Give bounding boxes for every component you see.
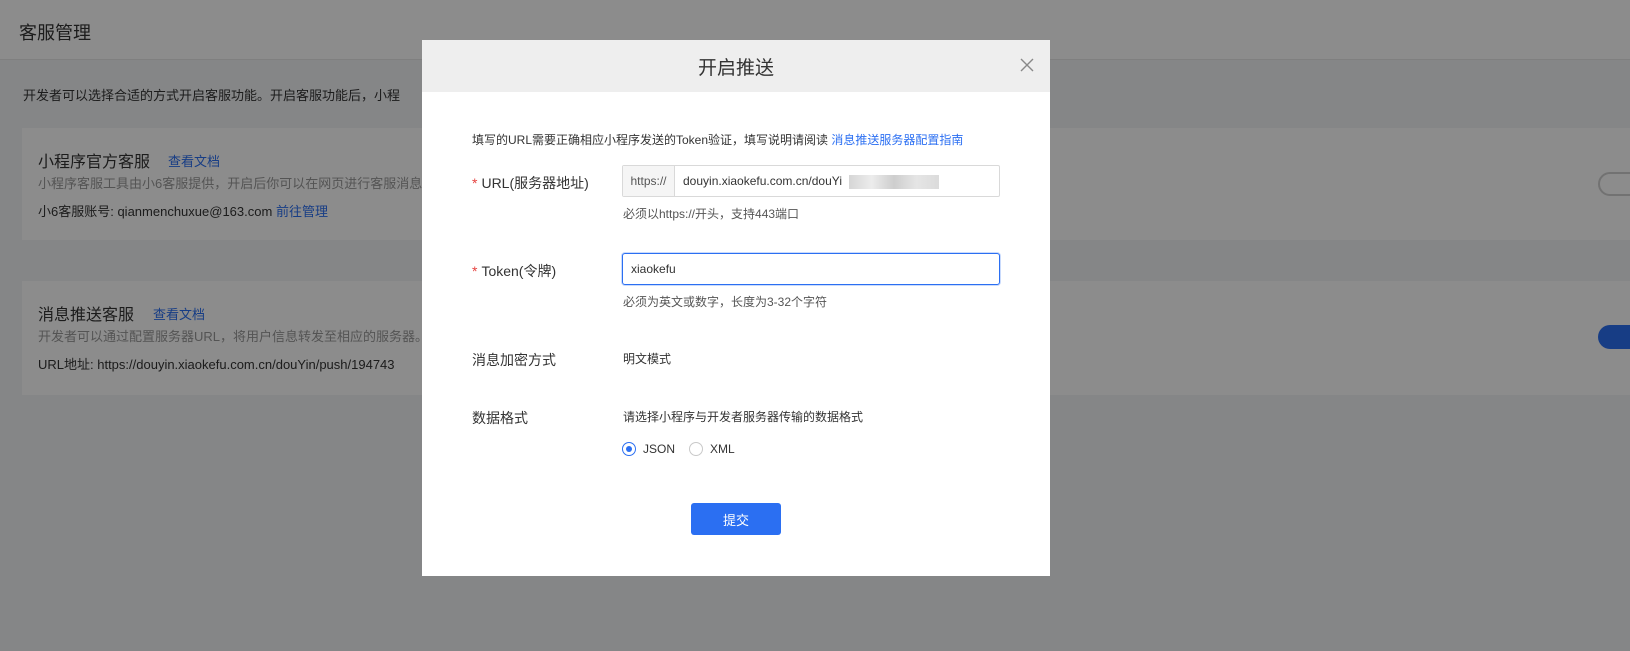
url-hint: 必须以https://开头，支持443端口: [623, 207, 800, 221]
radio-xml-label: XML: [710, 442, 735, 456]
radio-json-label: JSON: [643, 442, 676, 456]
url-label: * URL(服务器地址): [472, 173, 589, 193]
url-field: https://: [622, 165, 1000, 197]
required-mark: *: [472, 263, 478, 279]
format-label: 数据格式: [472, 410, 528, 426]
modal-title: 开启推送: [697, 58, 774, 79]
submit-button[interactable]: 提交: [691, 503, 781, 535]
notice-text: 填写的URL需要正确相应小程序发送的Token验证，填写说明请阅读: [472, 133, 829, 147]
push-config-modal: 开启推送 填写的URL需要正确相应小程序发送的Token验证，填写说明请阅读 消…: [422, 40, 1050, 576]
token-label: * Token(令牌): [472, 261, 556, 281]
close-icon[interactable]: [1016, 54, 1038, 76]
config-guide-link[interactable]: 消息推送服务器配置指南: [831, 133, 963, 147]
required-mark: *: [472, 175, 478, 191]
redacted-blur: [849, 175, 939, 189]
radio-json[interactable]: JSON: [622, 442, 675, 456]
token-hint: 必须为英文或数字，长度为3-32个字符: [623, 295, 828, 309]
radio-checked-icon: [622, 442, 636, 456]
token-input[interactable]: [622, 253, 1000, 285]
url-label-text: URL(服务器地址): [481, 175, 589, 191]
format-desc: 请选择小程序与开发者服务器传输的数据格式: [623, 410, 864, 424]
radio-unchecked-icon: [689, 442, 704, 456]
token-label-text: Token(令牌): [481, 263, 557, 279]
encryption-value: 明文模式: [623, 352, 672, 366]
modal-notice: 填写的URL需要正确相应小程序发送的Token验证，填写说明请阅读 消息推送服务…: [472, 131, 963, 148]
url-prefix: https://: [623, 166, 675, 196]
url-input[interactable]: [675, 166, 999, 196]
radio-xml[interactable]: XML: [689, 442, 735, 456]
format-radio-group: JSON XML: [622, 442, 749, 456]
encryption-label: 消息加密方式: [472, 352, 556, 368]
modal-header: 开启推送: [422, 40, 1050, 92]
